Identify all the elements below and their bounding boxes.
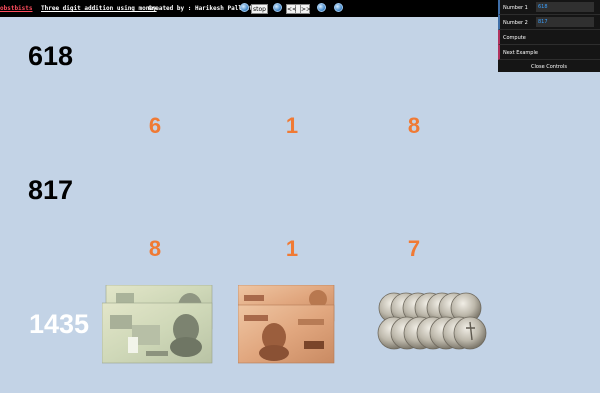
brand-link[interactable]: obstbists (0, 5, 33, 12)
page-title[interactable]: Three digit addition using money (41, 5, 157, 12)
number2-hundreds-digit: 8 (148, 236, 162, 261)
controls-panel: Number 1 618 Number 2 817 Compute Next E… (498, 0, 600, 72)
info-dot-icon[interactable] (240, 3, 249, 12)
number1-tens-digit: 1 (285, 113, 299, 138)
number2-display: 817 (28, 175, 74, 205)
coin-row-front (377, 316, 487, 350)
ten-note-front (238, 304, 335, 364)
bottom-strip (0, 393, 600, 400)
close-controls-button[interactable]: Close Controls (498, 62, 600, 72)
prev-button[interactable]: << (286, 4, 297, 14)
next-example-button[interactable]: Next Example (498, 45, 600, 60)
info-dot-icon[interactable] (334, 3, 343, 12)
hundred-rupee-notes-image (102, 285, 213, 364)
hundred-note-front (102, 302, 213, 364)
number2-ones-digit: 7 (407, 236, 421, 261)
info-dot-icon[interactable] (317, 3, 326, 12)
number2-label: Number 2 (503, 20, 528, 26)
number1-input[interactable]: 618 (536, 2, 594, 12)
compute-button[interactable]: Compute (498, 30, 600, 45)
number2-input[interactable]: 817 (536, 17, 594, 27)
next-button[interactable]: >> (300, 4, 311, 14)
result-display: 1435 (29, 309, 90, 339)
next-example-label: Next Example (503, 50, 538, 56)
stop-button[interactable]: stop (251, 4, 268, 14)
info-dot-icon[interactable] (273, 3, 282, 12)
number1-label: Number 1 (503, 5, 528, 11)
one-rupee-coins-image (377, 292, 487, 350)
compute-label: Compute (503, 35, 526, 41)
number2-tens-digit: 1 (285, 236, 299, 261)
number1-ones-digit: 8 (407, 113, 421, 138)
number1-display: 618 (28, 41, 74, 71)
number2-row: Number 2 817 (498, 15, 600, 30)
ten-rupee-notes-image (238, 285, 335, 364)
number1-hundreds-digit: 6 (148, 113, 162, 138)
number1-row: Number 1 618 (498, 0, 600, 15)
